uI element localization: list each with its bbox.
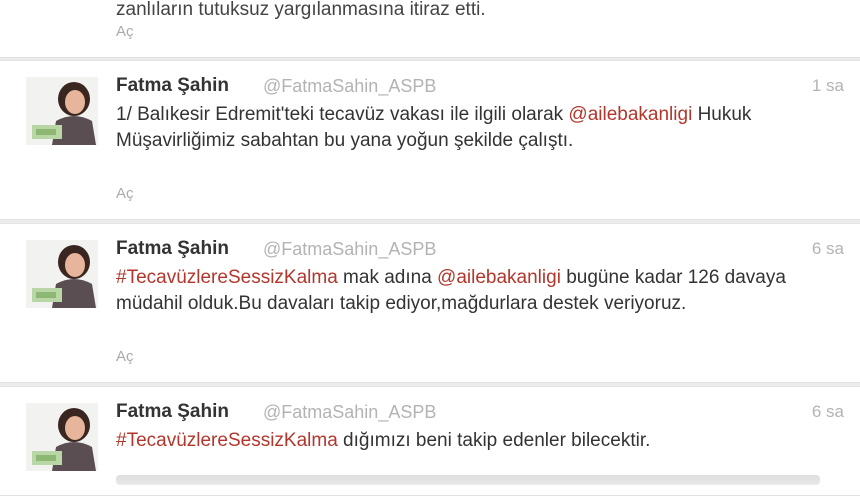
author-handle[interactable]: @FatmaSahin_ASPB (263, 76, 436, 97)
expand-link[interactable]: Aç (116, 348, 134, 365)
cut-off-text (116, 475, 820, 485)
tweet-card: zanlıların tutuksuz yargılanmasına itira… (0, 0, 860, 58)
profile-photo-icon (26, 77, 98, 145)
mention-link[interactable]: @ailebakanligi (568, 104, 692, 125)
avatar[interactable] (26, 403, 98, 471)
author-name[interactable]: Fatma Şahin (116, 238, 229, 260)
timestamp[interactable]: 6 sa (812, 402, 844, 422)
tweet-text: zanlıların tutuksuz yargılanmasına itira… (116, 0, 486, 20)
author-handle[interactable]: @FatmaSahin_ASPB (263, 402, 436, 423)
expand-link[interactable]: Aç (116, 23, 134, 40)
avatar[interactable] (26, 77, 98, 145)
tweet-text: #TecavüzlereSessizKalma dığımızı beni ta… (116, 428, 844, 454)
mention-link[interactable]: @ailebakanligi (437, 267, 561, 288)
author-handle[interactable]: @FatmaSahin_ASPB (263, 239, 436, 260)
tweet-text: #TecavüzlereSessizKalma mak adına @aileb… (116, 265, 844, 317)
tweet-text-part: dığımızı beni takip edenler bilecektir. (337, 430, 651, 451)
tweet-text-part: mak adına (337, 267, 438, 288)
tweet-text-part: 1/ Balıkesir Edremit'teki tecavüz vakası… (116, 104, 569, 125)
tweet-text: 1/ Balıkesir Edremit'teki tecavüz vakası… (116, 102, 844, 154)
expand-link[interactable]: Aç (116, 185, 134, 202)
profile-photo-icon (26, 403, 98, 471)
timestamp[interactable]: 6 sa (812, 239, 844, 259)
author-name[interactable]: Fatma Şahin (116, 401, 229, 423)
tweet-card: Fatma Şahin @FatmaSahin_ASPB 1 sa 1/ Bal… (0, 60, 860, 220)
timestamp[interactable]: 1 sa (812, 76, 844, 96)
hashtag-link[interactable]: #TecavüzlereSessizKalma (116, 430, 338, 451)
author-name[interactable]: Fatma Şahin (116, 75, 229, 97)
profile-photo-icon (26, 240, 98, 308)
hashtag-link[interactable]: #TecavüzlereSessizKalma (116, 267, 338, 288)
tweet-card: Fatma Şahin @FatmaSahin_ASPB 6 sa #Tecav… (0, 223, 860, 383)
tweet-feed: zanlıların tutuksuz yargılanmasına itira… (0, 0, 860, 496)
avatar[interactable] (26, 240, 98, 308)
